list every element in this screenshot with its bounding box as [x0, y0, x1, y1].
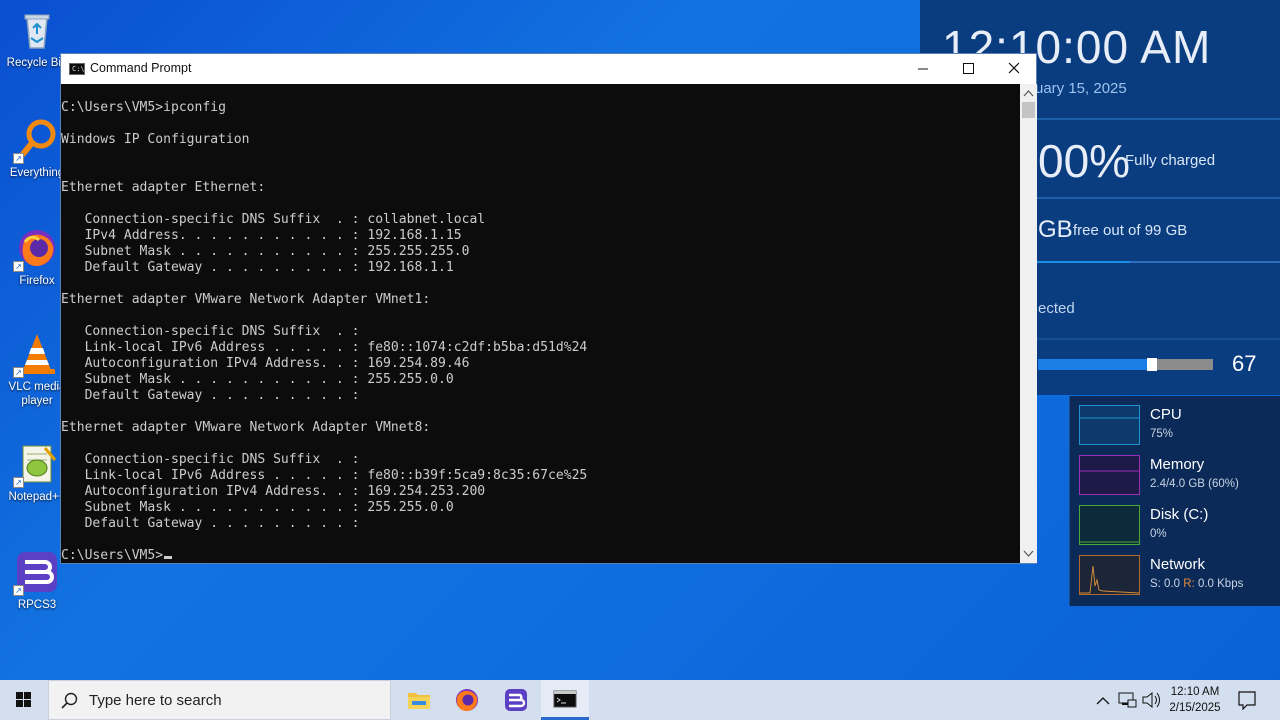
- perf-value: S: 0.0 R: 0.0 Kbps: [1150, 578, 1243, 590]
- shortcut-arrow-icon: ↗: [13, 261, 24, 272]
- cmd-app-icon: C:\_: [69, 63, 89, 75]
- close-button[interactable]: [991, 54, 1037, 84]
- perf-name: CPU: [1150, 406, 1182, 423]
- perf-memory[interactable]: Memory 2.4/4.0 GB (60%): [1079, 455, 1279, 497]
- network-receive-label: R:: [1183, 578, 1195, 590]
- widget-network-status: ected: [1038, 300, 1075, 317]
- widget-disk-text: free out of 99 GB: [1073, 222, 1188, 239]
- console-output[interactable]: C:\Users\VM5>ipconfig Windows IP Configu…: [61, 84, 1020, 563]
- performance-panel: CPU 75% Memory 2.4/4.0 GB (60%) Disk (C:…: [1069, 396, 1280, 606]
- taskbar-search-box[interactable]: Type here to search: [48, 680, 391, 720]
- taskbar: Type here to search 12:10 AM 2/15/2025: [0, 680, 1280, 720]
- taskbar-clock[interactable]: 12:10 AM 2/15/2025: [1160, 684, 1230, 716]
- shortcut-arrow-icon: ↗: [13, 585, 24, 596]
- perf-value: 0%: [1150, 528, 1167, 540]
- notification-icon: [1238, 691, 1256, 711]
- scroll-down-icon[interactable]: [1020, 545, 1037, 561]
- command-prompt-window[interactable]: C:\_ Command Prompt C:\Users\VM5>ipconfi…: [60, 53, 1037, 564]
- minimize-button[interactable]: [900, 54, 946, 84]
- perf-name: Disk (C:): [1150, 506, 1209, 523]
- speaker-icon: [1142, 691, 1160, 709]
- perf-value: 2.4/4.0 GB (60%): [1150, 478, 1239, 490]
- clock-time: 12:10 AM: [1170, 686, 1220, 698]
- tray-volume[interactable]: [1140, 680, 1162, 720]
- tray-network[interactable]: [1116, 680, 1138, 720]
- taskbar-rpcs3[interactable]: [492, 680, 540, 720]
- search-placeholder: Type here to search: [89, 692, 222, 709]
- action-center-button[interactable]: [1234, 680, 1260, 720]
- vertical-scrollbar[interactable]: [1020, 84, 1037, 563]
- magnifier-icon: ↗: [13, 118, 59, 164]
- console-cursor: [164, 556, 173, 559]
- search-icon: [61, 692, 78, 709]
- network-wired-icon: [1118, 692, 1137, 708]
- perf-cpu[interactable]: CPU 75%: [1079, 405, 1279, 447]
- volume-slider[interactable]: [1038, 358, 1213, 371]
- window-title: Command Prompt: [90, 61, 192, 75]
- scroll-up-icon[interactable]: [1020, 86, 1037, 102]
- title-bar[interactable]: C:\_ Command Prompt: [61, 54, 1036, 84]
- close-icon: [1008, 62, 1020, 74]
- shortcut-arrow-icon: ↗: [13, 367, 24, 378]
- volume-slider-thumb[interactable]: [1147, 358, 1157, 371]
- scrollbar-thumb[interactable]: [1022, 102, 1035, 118]
- maximize-icon: [963, 63, 974, 74]
- firefox-icon: ↗: [13, 226, 59, 272]
- desktop-icon-label: RPCS3: [17, 599, 57, 611]
- notepad-plus-plus-icon: ↗: [13, 442, 59, 488]
- widget-battery-status: Fully charged: [1125, 152, 1216, 169]
- network-send-value: S: 0.0 R: 0.0 Kbps: [1150, 578, 1244, 590]
- network-graph: [1079, 555, 1140, 595]
- taskbar-command-prompt[interactable]: [541, 680, 589, 720]
- perf-name: Network: [1150, 556, 1206, 573]
- chevron-up-icon: [1096, 697, 1110, 705]
- perf-value: 75%: [1150, 428, 1174, 440]
- widget-date: ruary 15, 2025: [1030, 80, 1127, 97]
- perf-network[interactable]: Network S: 0.0 R: 0.0 Kbps: [1079, 555, 1279, 597]
- console-text: C:\Users\VM5>ipconfig Windows IP Configu…: [61, 100, 588, 531]
- minimize-icon: [918, 68, 928, 70]
- rpcs3-icon: [505, 689, 527, 711]
- shortcut-arrow-icon: ↗: [13, 477, 24, 488]
- recycle-bin-icon: [15, 8, 59, 52]
- volume-value: 67: [1232, 351, 1257, 376]
- tray-show-hidden[interactable]: [1093, 680, 1113, 720]
- windows-logo-icon: [16, 692, 31, 707]
- taskbar-file-explorer[interactable]: [395, 680, 443, 720]
- memory-graph: [1079, 455, 1140, 495]
- perf-disk[interactable]: Disk (C:) 0%: [1079, 505, 1279, 547]
- console-prompt: C:\Users\VM5>: [61, 548, 164, 563]
- volume-slider-fill: [1038, 359, 1147, 370]
- folder-icon: [408, 693, 430, 709]
- cpu-graph: [1079, 405, 1140, 445]
- firefox-icon: [456, 689, 478, 711]
- clock-date: 2/15/2025: [1169, 702, 1221, 714]
- command-prompt-icon: [553, 690, 577, 708]
- vlc-cone-icon: ↗: [13, 332, 59, 378]
- shortcut-arrow-icon: ↗: [13, 153, 24, 164]
- taskbar-firefox[interactable]: [443, 680, 491, 720]
- disk-graph: [1079, 505, 1140, 545]
- perf-name: Memory: [1150, 456, 1205, 473]
- rpcs3-icon: ↗: [13, 550, 59, 596]
- widget-battery-percent: 00%: [1038, 135, 1131, 187]
- start-button[interactable]: [0, 680, 48, 720]
- maximize-button[interactable]: [945, 54, 991, 84]
- widget-disk-value: GB: [1038, 216, 1073, 243]
